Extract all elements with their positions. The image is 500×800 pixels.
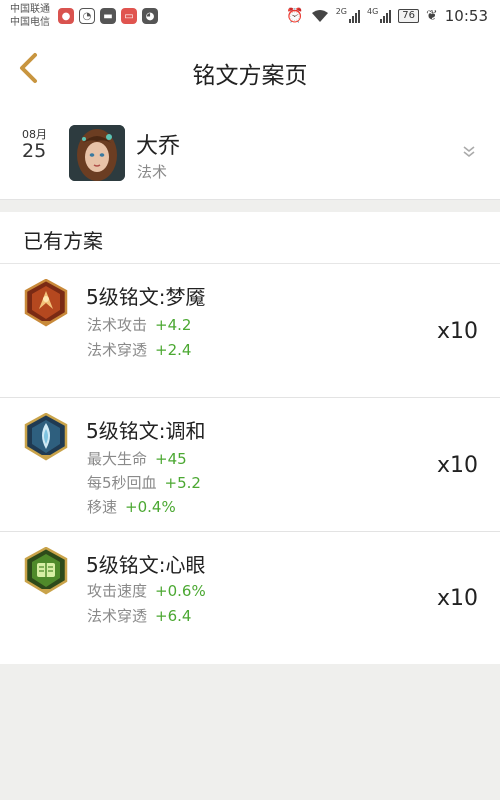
stat-value: +5.2 [164, 474, 201, 492]
wifi-icon [311, 10, 328, 22]
stat-value: +45 [155, 450, 187, 468]
network-type-2: 4G [367, 6, 379, 16]
battery-indicator: 76 [398, 9, 420, 23]
rune-quantity: x10 [436, 586, 478, 611]
stat-value: +6.4 [155, 607, 192, 625]
signal-1-icon [349, 9, 360, 23]
status-bar: 中国联通 中国电信 ● ◔ ▬ ▭ ◕ ⏰ 2G 4G 76 ❦ 10:53 [0, 0, 500, 34]
rune-quantity: x10 [436, 319, 478, 344]
rune-stat: 每5秒回血 +5.2 [87, 472, 201, 493]
page-title: 铭文方案页 [192, 63, 308, 89]
stat-label: 每5秒回血 [87, 474, 157, 492]
stat-label: 攻击速度 [87, 582, 148, 600]
message-icon: ▬ [100, 8, 116, 24]
rune-item[interactable]: 5级铭文:梦魇 法术攻击 +4.2 法术穿透 +2.4 x10 [0, 264, 500, 398]
rune-stat: 法术穿透 +6.4 [87, 605, 191, 626]
carrier-info: 中国联通 中国电信 [10, 3, 50, 29]
carrier-1: 中国联通 [10, 4, 50, 15]
stat-label: 法术穿透 [87, 607, 148, 625]
wechat-icon: ◕ [142, 8, 158, 24]
hero-avatar [69, 125, 125, 181]
stat-value: +2.4 [155, 341, 192, 359]
harmony-rune-icon [24, 413, 68, 461]
rune-stat: 攻击速度 +0.6% [87, 580, 206, 601]
section-title: 已有方案 [23, 229, 103, 253]
system-icons: ⏰ 2G 4G 76 ❦ 10:53 [286, 6, 488, 26]
signal-2-icon [380, 9, 392, 23]
stat-value: +4.2 [155, 316, 192, 334]
stat-value: +0.6% [155, 582, 206, 600]
double-chevron-down-icon[interactable] [462, 144, 476, 158]
qq-icon: ◔ [79, 8, 95, 24]
hero-type: 法术 [137, 163, 168, 181]
hero-selector[interactable]: 08月 25 大乔 法术 [0, 106, 500, 200]
header: 铭文方案页 [0, 34, 500, 106]
notification-icons: ● ◔ ▬ ▭ ◕ [58, 8, 158, 24]
clock: 10:53 [444, 7, 488, 25]
rune-item[interactable]: 5级铭文:调和 最大生命 +45 每5秒回血 +5.2 移速 +0.4% x10 [0, 398, 500, 532]
stat-label: 法术攻击 [87, 316, 148, 334]
hero-name: 大乔 [136, 134, 181, 159]
rune-stat: 移速 +0.4% [87, 496, 176, 517]
nightmare-rune-icon [24, 279, 68, 327]
alarm-icon: ⏰ [286, 8, 304, 24]
game-app-icon: ● [58, 8, 74, 24]
rune-stat: 最大生命 +45 [87, 448, 187, 469]
leaf-icon: ❦ [426, 8, 438, 24]
mail-icon: ▭ [121, 8, 137, 24]
rune-name: 5级铭文:梦魇 [86, 285, 206, 309]
mind-eye-rune-icon [24, 547, 68, 595]
rune-name: 5级铭文:调和 [86, 419, 206, 443]
rune-plan-list: 已有方案 5级铭文:梦魇 法术攻击 +4.2 法术穿透 +2.4 x10 5级铭文:… [0, 212, 500, 664]
network-type-1: 2G [335, 6, 347, 16]
date: 08月 25 [22, 126, 47, 162]
rune-item[interactable]: 5级铭文:心眼 攻击速度 +0.6% 法术穿透 +6.4 x10 [0, 532, 500, 664]
rune-quantity: x10 [436, 453, 478, 478]
date-day: 25 [22, 140, 47, 162]
rune-name: 5级铭文:心眼 [86, 553, 206, 577]
stat-label: 最大生命 [87, 450, 148, 468]
stat-label: 法术穿透 [87, 341, 148, 359]
carrier-2: 中国电信 [10, 17, 50, 28]
stat-value: +0.4% [125, 498, 176, 516]
rune-stat: 法术攻击 +4.2 [87, 314, 191, 335]
stat-label: 移速 [87, 498, 118, 516]
rune-stat: 法术穿透 +2.4 [87, 339, 191, 360]
